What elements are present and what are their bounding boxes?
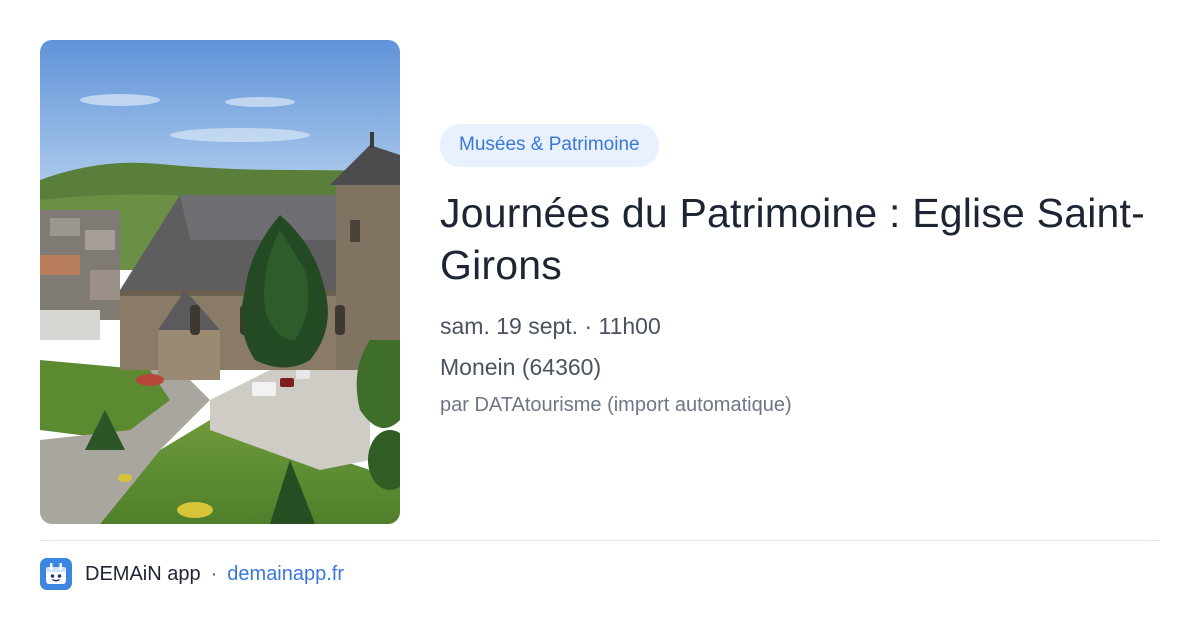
church-photo bbox=[40, 40, 400, 524]
event-source: par DATAtourisme (import automatique) bbox=[440, 394, 792, 416]
category-badge[interactable]: Musées & Patrimoine bbox=[440, 124, 659, 167]
event-info: Musées & Patrimoine Journées du Patrimoi… bbox=[440, 124, 1160, 417]
app-logo-icon bbox=[40, 558, 72, 590]
app-name: DEMAiN app bbox=[85, 562, 201, 585]
event-photo bbox=[40, 40, 400, 524]
footer-separator: · bbox=[210, 562, 218, 585]
event-location: Monein (64360) bbox=[440, 354, 602, 380]
footer: DEMAiN app · demainapp.fr bbox=[40, 557, 344, 591]
event-title: Journées du Patrimoine : Eglise Saint-Gi… bbox=[440, 190, 1145, 288]
event-date: sam. 19 sept. · 11h00 bbox=[440, 313, 661, 339]
app-domain-link[interactable]: demainapp.fr bbox=[227, 563, 344, 586]
footer-divider bbox=[40, 540, 1160, 541]
